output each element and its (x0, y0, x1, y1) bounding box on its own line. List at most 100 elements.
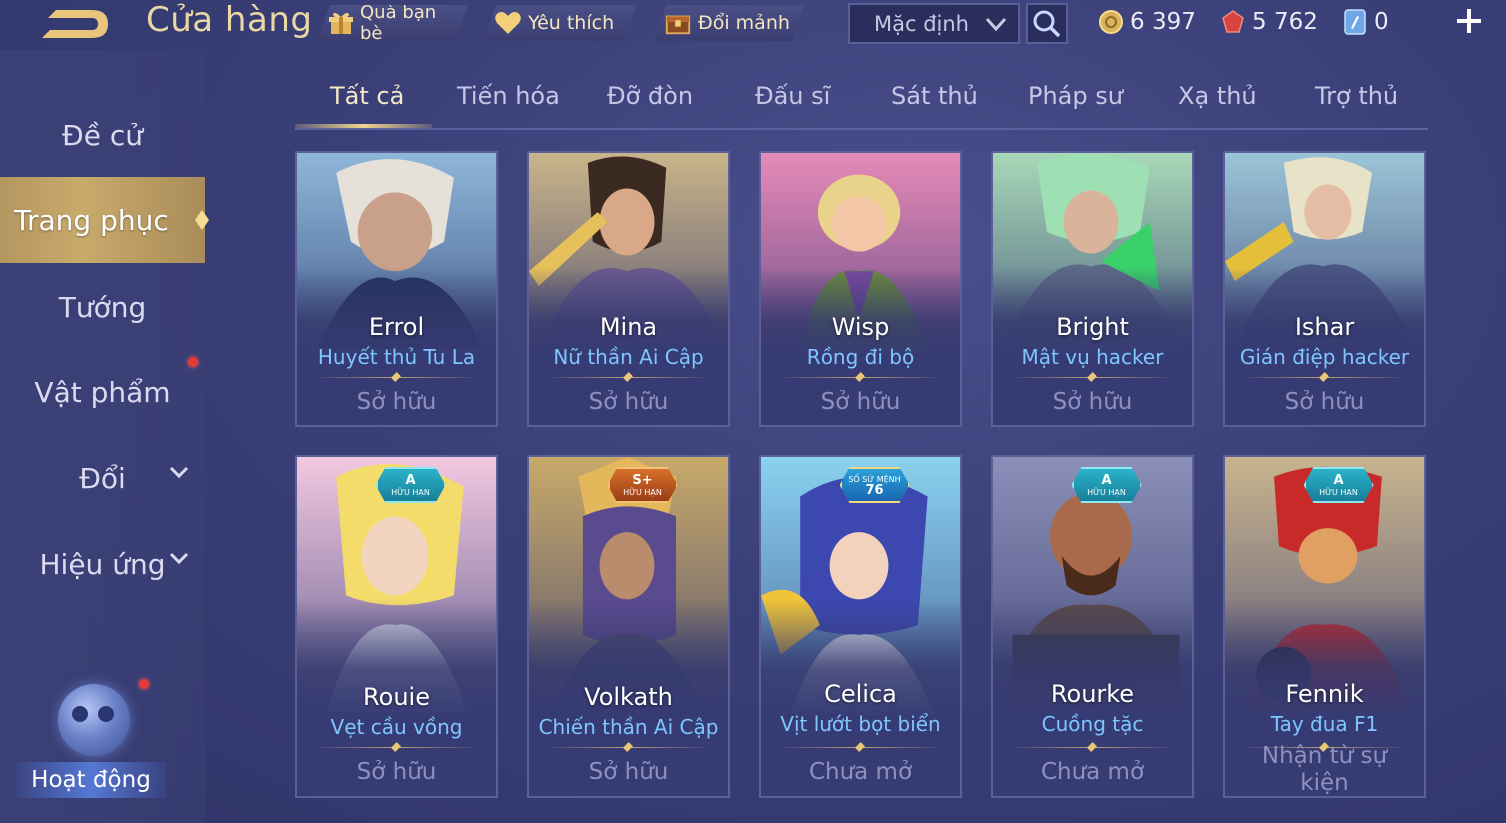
sidebar-item-label: Đề cử (62, 118, 143, 152)
sidebar-item-label: Tướng (58, 290, 147, 324)
card-divider (1009, 377, 1176, 378)
ownership-status: Nhận từ sự kiện (1261, 743, 1388, 796)
search-button[interactable] (1026, 3, 1068, 44)
tier-badge: A HỮU HẠN (1072, 467, 1142, 503)
plus-icon (1457, 9, 1481, 33)
notification-dot (188, 357, 198, 367)
skin-card[interactable]: Errol Huyết thủ Tu La Sở hữu (295, 151, 498, 427)
skin-name: Mật vụ hacker (1021, 345, 1164, 369)
skin-card[interactable]: Bright Mật vụ hacker Sở hữu (991, 151, 1194, 427)
skin-card[interactable]: Ishar Gián điệp hacker Sở hữu (1223, 151, 1426, 427)
role-tabs: Tất cả Tiến hóa Đỡ đòn Đấu sĩ Sát thủ Ph… (295, 78, 1428, 130)
tab-marksman[interactable]: Xạ thủ (1178, 82, 1257, 110)
search-icon (1033, 10, 1061, 37)
back-arrow-icon (42, 10, 108, 38)
hero-name: Rouie (363, 683, 430, 711)
sidebar-item-label: Trang phục (14, 203, 169, 237)
sidebar-item-featured[interactable]: Đề cử (0, 92, 205, 178)
card-divider (545, 377, 712, 378)
ownership-status: Chưa mở (808, 759, 913, 785)
add-currency-button[interactable] (1452, 4, 1486, 38)
skin-name: Chiến thần Ai Cập (538, 715, 719, 739)
card-divider (1009, 747, 1176, 748)
sort-value: Mặc định (874, 11, 969, 36)
gold-value: 6 397 (1130, 9, 1196, 35)
tab-support[interactable]: Trợ thủ (1315, 82, 1398, 110)
hero-name: Bright (1056, 313, 1129, 341)
voucher-value: 0 (1374, 9, 1389, 35)
skin-card[interactable]: S+ HỮU HẠN Volkath Chiến thần Ai Cập Sở … (527, 455, 730, 798)
chevron-down-icon (984, 13, 1008, 40)
skin-name: Huyết thủ Tu La (317, 345, 476, 369)
activity-label: Hoạt động (16, 762, 166, 798)
skin-name: Cuồng tặc (1041, 712, 1144, 736)
hero-name: Rourke (1050, 680, 1135, 708)
sidebar-item-heroes[interactable]: Tướng (0, 264, 205, 350)
chevron-down-icon (169, 552, 189, 565)
sidebar-item-effects[interactable]: Hiệu ứng (0, 521, 205, 607)
skin-name: Vịt lướt bọt biển (780, 712, 941, 736)
hero-name: Ishar (1294, 313, 1355, 341)
active-marker-icon (195, 210, 209, 230)
tab-all[interactable]: Tất cả (330, 82, 404, 110)
tab-tank[interactable]: Đỡ đòn (607, 82, 693, 110)
skin-name: Gián điệp hacker (1239, 345, 1410, 369)
sidebar-item-label: Hiệu ứng (39, 547, 166, 581)
ownership-status: Chưa mở (1040, 759, 1145, 785)
skin-card[interactable]: SỐ SỨ MỆNH 76 Celica Vịt lướt bọt biển C… (759, 455, 962, 798)
tab-assassin[interactable]: Sát thủ (891, 82, 978, 110)
activity-orb-icon (58, 684, 130, 756)
tab-mage[interactable]: Pháp sư (1028, 82, 1123, 110)
tier-badge: A HỮU HẠN (376, 467, 446, 503)
mission-badge: SỐ SỨ MỆNH 76 (840, 467, 910, 503)
exchange-shards-button[interactable]: Đổi mảnh (654, 5, 804, 41)
skin-name: Nữ thần Ai Cập (553, 345, 704, 369)
active-tab-underline (295, 124, 432, 128)
ownership-status: Sở hữu (588, 389, 669, 415)
sidebar-item-label: Đổi (79, 461, 126, 495)
card-divider (313, 377, 480, 378)
exchange-shards-label: Đổi mảnh (698, 12, 790, 34)
sidebar-item-label: Vật phẩm (34, 375, 171, 409)
skin-card[interactable]: A HỮU HẠN Rouie Vẹt cầu vồng Sở hữu (295, 455, 498, 798)
skin-card[interactable]: A HỮU HẠN Rourke Cuồng tặc Chưa mở (991, 455, 1194, 798)
gold-coin-icon (1099, 10, 1123, 34)
chest-icon (664, 9, 692, 37)
ownership-status: Sở hữu (356, 389, 437, 415)
gold-balance: 6 397 (1098, 4, 1196, 40)
friend-gift-button[interactable]: Quà bạn bè (318, 5, 468, 41)
sidebar-item-skins[interactable]: Trang phục (0, 177, 209, 263)
tab-evolution[interactable]: Tiến hóa (457, 82, 560, 110)
ownership-status: Sở hữu (356, 759, 437, 785)
skin-card[interactable]: Wisp Rồng đi bộ Sở hữu (759, 151, 962, 427)
hero-name: Wisp (831, 313, 890, 341)
sidebar-item-exchange[interactable]: Đổi (0, 435, 205, 521)
skin-card[interactable]: A HỮU HẠN Fennik Tay đua F1 Nhận từ sự k… (1223, 455, 1426, 798)
hero-name: Mina (599, 313, 658, 341)
sort-dropdown[interactable]: Mặc định (848, 3, 1020, 44)
hero-name: Celica (824, 680, 897, 708)
chevron-down-icon (169, 466, 189, 479)
hero-name: Errol (368, 313, 425, 341)
top-bar: Cửa hàng Quà bạn bè Yêu thích Đổi mảnh M… (0, 0, 1506, 50)
tab-fighter[interactable]: Đấu sĩ (755, 82, 830, 110)
ownership-status: Sở hữu (588, 759, 669, 785)
hero-name: Volkath (584, 683, 673, 711)
skin-card[interactable]: Mina Nữ thần Ai Cập Sở hữu (527, 151, 730, 427)
activity-button[interactable]: Hoạt động (16, 680, 166, 808)
tier-badge: A HỮU HẠN (1304, 467, 1374, 503)
heart-icon (494, 9, 522, 37)
voucher-balance: 0 (1342, 4, 1389, 40)
voucher-icon (1344, 9, 1366, 35)
page-title: Cửa hàng (146, 0, 313, 40)
favorites-button[interactable]: Yêu thích (484, 5, 636, 41)
sidebar-item-items[interactable]: Vật phẩm (0, 349, 205, 435)
card-divider (545, 747, 712, 748)
ownership-status: Sở hữu (1284, 389, 1365, 415)
favorites-label: Yêu thích (528, 12, 615, 34)
skin-name: Rồng đi bộ (806, 345, 915, 369)
back-button[interactable] (36, 4, 114, 42)
card-divider (1241, 377, 1408, 378)
card-divider (777, 377, 944, 378)
ownership-status: Sở hữu (1052, 389, 1133, 415)
